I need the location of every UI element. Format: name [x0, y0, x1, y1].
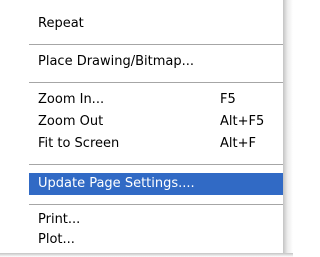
menu-item-update-page-settings[interactable]: Update Page Settings....	[29, 173, 283, 195]
menu-item-label: Print...	[38, 212, 81, 227]
menu-item-shortcut: Alt+F	[220, 136, 256, 151]
menu-separator	[29, 44, 283, 45]
menu-item-fit-to-screen[interactable]: Fit to Screen Alt+F	[0, 133, 283, 155]
menu-item-label: Update Page Settings....	[38, 176, 195, 191]
menu-item-shortcut: F5	[220, 92, 236, 107]
menu-item-label: Fit to Screen	[38, 136, 120, 151]
menu-separator	[29, 82, 283, 83]
menu-shadow-bottom	[0, 253, 293, 257]
menu-item-zoom-in[interactable]: Zoom In... F5	[0, 89, 283, 111]
menu-item-label: Zoom In...	[38, 92, 105, 107]
menu-shadow-right	[283, 0, 293, 257]
context-menu: Repeat Place Drawing/Bitmap... Zoom In..…	[0, 0, 283, 253]
menu-item-label: Plot...	[38, 232, 75, 247]
menu-separator	[29, 204, 283, 205]
menu-item-label: Repeat	[38, 16, 84, 31]
menu-item-zoom-out[interactable]: Zoom Out Alt+F5	[0, 111, 283, 133]
menu-item-print[interactable]: Print...	[0, 209, 283, 231]
menu-item-plot[interactable]: Plot...	[0, 229, 283, 251]
menu-item-repeat[interactable]: Repeat	[0, 13, 283, 35]
menu-item-label: Place Drawing/Bitmap...	[38, 54, 195, 69]
menu-separator	[29, 164, 283, 165]
menu-item-place-drawing-bitmap[interactable]: Place Drawing/Bitmap...	[0, 51, 283, 73]
menu-item-label: Zoom Out	[38, 114, 104, 129]
menu-item-shortcut: Alt+F5	[220, 114, 265, 129]
